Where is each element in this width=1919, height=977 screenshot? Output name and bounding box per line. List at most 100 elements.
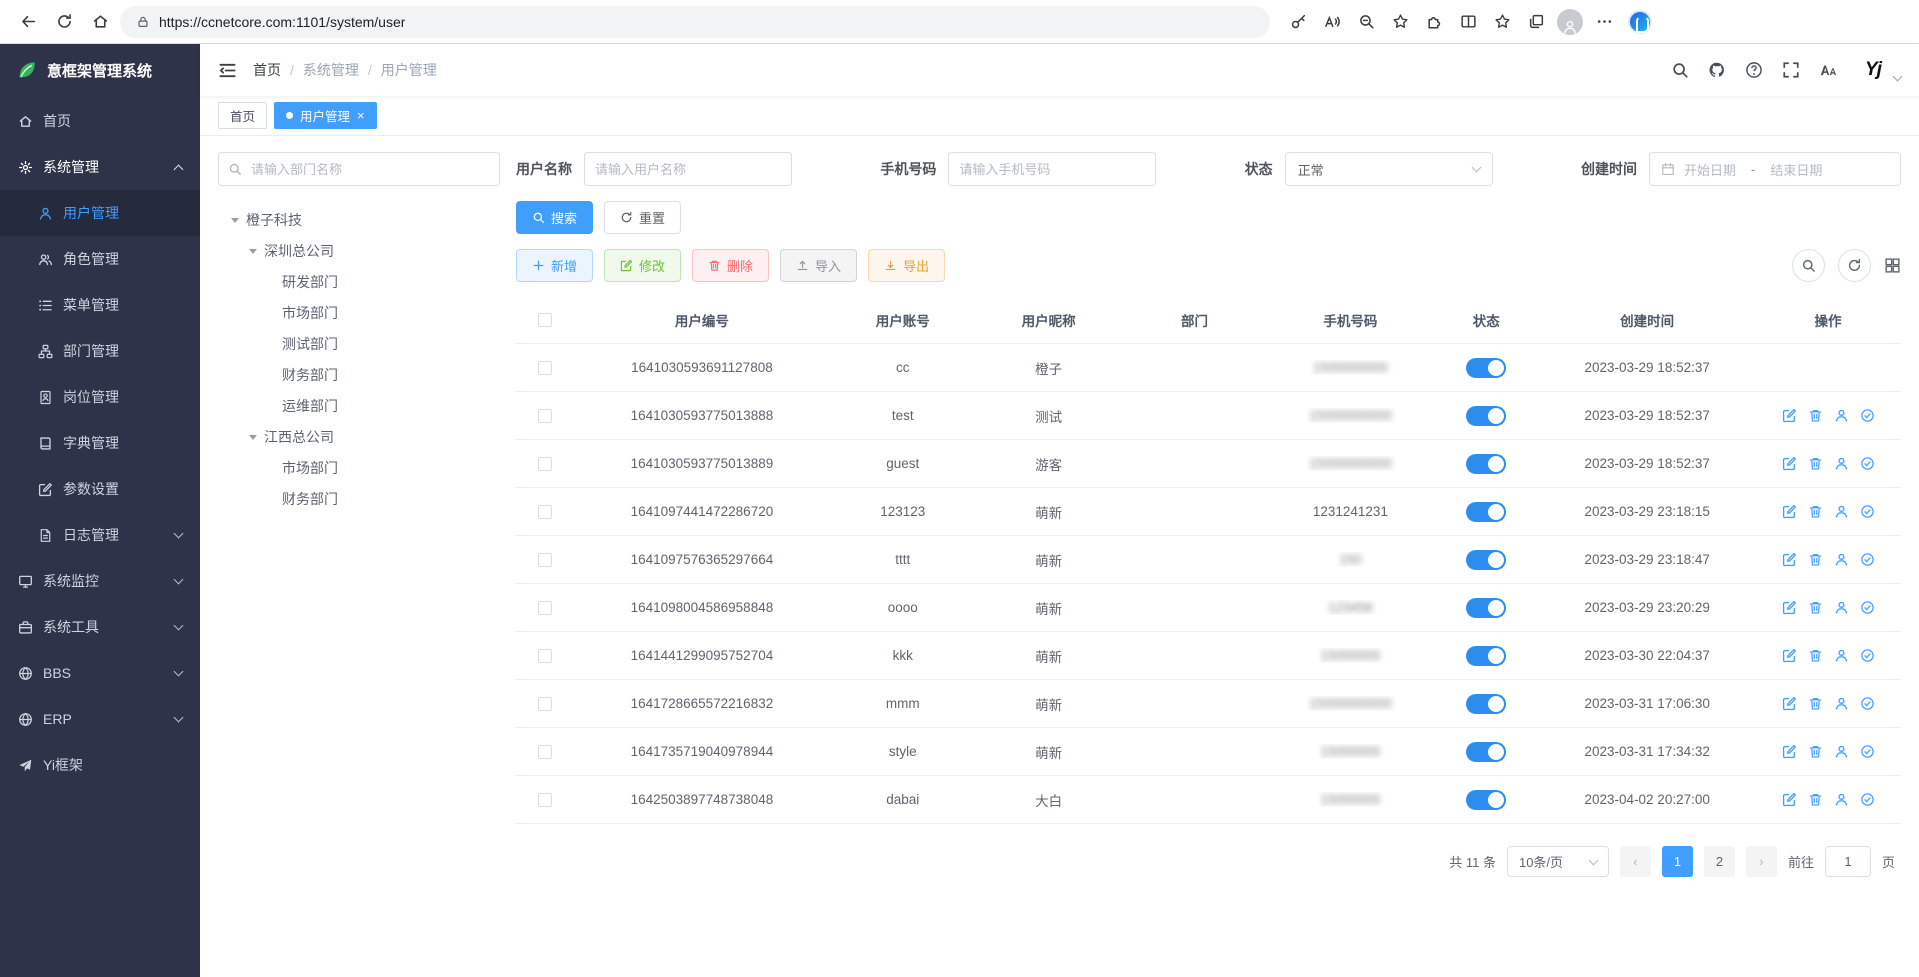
status-toggle[interactable] — [1466, 598, 1506, 618]
split-screen-icon[interactable] — [1452, 6, 1484, 38]
row-delete-icon[interactable] — [1808, 600, 1823, 615]
row-delete-icon[interactable] — [1808, 504, 1823, 519]
breadcrumb-item[interactable]: 首页 — [253, 60, 281, 80]
sidebar-item[interactable]: 参数设置 — [0, 466, 200, 512]
row-checkbox[interactable] — [538, 697, 552, 711]
status-toggle[interactable] — [1466, 742, 1506, 762]
row-edit-icon[interactable] — [1782, 696, 1797, 711]
row-delete-icon[interactable] — [1808, 456, 1823, 471]
zoom-icon[interactable] — [1350, 6, 1382, 38]
row-assign-role-icon[interactable] — [1860, 696, 1875, 711]
row-assign-role-icon[interactable] — [1860, 648, 1875, 663]
sidebar-item[interactable]: Yi框架 — [0, 742, 200, 788]
row-delete-icon[interactable] — [1808, 648, 1823, 663]
dept-tree-node[interactable]: 测试部门 — [218, 328, 500, 359]
row-delete-icon[interactable] — [1808, 408, 1823, 423]
dept-tree-node[interactable]: 市场部门 — [218, 297, 500, 328]
row-checkbox[interactable] — [538, 793, 552, 807]
row-checkbox[interactable] — [538, 505, 552, 519]
page-size-select[interactable]: 10条/页 — [1507, 846, 1609, 877]
sidebar-item[interactable]: 字典管理 — [0, 420, 200, 466]
status-toggle[interactable] — [1466, 646, 1506, 666]
row-delete-icon[interactable] — [1808, 792, 1823, 807]
status-select[interactable]: 正常 — [1285, 152, 1493, 186]
row-reset-password-icon[interactable] — [1834, 696, 1849, 711]
row-checkbox[interactable] — [538, 361, 552, 375]
extensions-icon[interactable] — [1418, 6, 1450, 38]
row-assign-role-icon[interactable] — [1860, 408, 1875, 423]
prev-page-button[interactable]: ‹ — [1620, 846, 1651, 877]
help-icon[interactable] — [1745, 61, 1763, 79]
phone-input[interactable] — [948, 152, 1156, 186]
row-assign-role-icon[interactable] — [1860, 792, 1875, 807]
row-assign-role-icon[interactable] — [1860, 552, 1875, 567]
sidebar-item[interactable]: 菜单管理 — [0, 282, 200, 328]
add-favorite-icon[interactable] — [1384, 6, 1416, 38]
dept-tree-node[interactable]: 财务部门 — [218, 483, 500, 514]
browser-back-icon[interactable] — [12, 6, 44, 38]
browser-profile-avatar[interactable] — [1554, 6, 1586, 38]
delete-button[interactable]: 删除 — [692, 249, 769, 282]
dept-tree-node[interactable]: 江西总公司 — [218, 421, 500, 452]
row-reset-password-icon[interactable] — [1834, 552, 1849, 567]
github-icon[interactable] — [1708, 61, 1726, 79]
export-button[interactable]: 导出 — [868, 249, 945, 282]
row-edit-icon[interactable] — [1782, 648, 1797, 663]
row-reset-password-icon[interactable] — [1834, 744, 1849, 759]
page-number-button[interactable]: 2 — [1704, 846, 1735, 877]
row-checkbox[interactable] — [538, 601, 552, 615]
row-assign-role-icon[interactable] — [1860, 600, 1875, 615]
view-tab[interactable]: 用户管理 × — [274, 102, 377, 129]
row-reset-password-icon[interactable] — [1834, 408, 1849, 423]
favorites-bar-icon[interactable] — [1486, 6, 1518, 38]
dept-tree-node[interactable]: 研发部门 — [218, 266, 500, 297]
sidebar-item[interactable]: 角色管理 — [0, 236, 200, 282]
dept-tree-node[interactable]: 橙子科技 — [218, 204, 500, 235]
copilot-icon[interactable] — [1628, 10, 1652, 34]
font-size-icon[interactable] — [1819, 61, 1837, 79]
status-toggle[interactable] — [1466, 694, 1506, 714]
date-range-picker[interactable]: 开始日期 - 结束日期 — [1649, 152, 1901, 186]
row-edit-icon[interactable] — [1782, 552, 1797, 567]
status-toggle[interactable] — [1466, 358, 1506, 378]
sidebar-item[interactable]: 系统监控 — [0, 558, 200, 604]
row-checkbox[interactable] — [538, 553, 552, 567]
refresh-table-button[interactable] — [1838, 249, 1871, 282]
collections-icon[interactable] — [1520, 6, 1552, 38]
status-toggle[interactable] — [1466, 550, 1506, 570]
address-bar[interactable]: https://ccnetcore.com:1101/system/user — [120, 6, 1270, 38]
row-delete-icon[interactable] — [1808, 552, 1823, 567]
close-tab-icon[interactable]: × — [357, 109, 365, 122]
browser-more-icon[interactable] — [1588, 6, 1620, 38]
sidebar-item[interactable]: 系统工具 — [0, 604, 200, 650]
row-reset-password-icon[interactable] — [1834, 792, 1849, 807]
row-edit-icon[interactable] — [1782, 600, 1797, 615]
row-reset-password-icon[interactable] — [1834, 456, 1849, 471]
search-button[interactable]: 搜索 — [516, 201, 593, 234]
row-edit-icon[interactable] — [1782, 408, 1797, 423]
column-settings-icon[interactable] — [1884, 257, 1901, 274]
select-all-checkbox[interactable] — [538, 313, 552, 327]
import-button[interactable]: 导入 — [780, 249, 857, 282]
read-aloud-icon[interactable] — [1316, 6, 1348, 38]
row-reset-password-icon[interactable] — [1834, 504, 1849, 519]
sidebar-item[interactable]: ERP — [0, 696, 200, 742]
sidebar-item[interactable]: 首页 — [0, 98, 200, 144]
add-button[interactable]: 新增 — [516, 249, 593, 282]
username-input[interactable] — [584, 152, 792, 186]
row-assign-role-icon[interactable] — [1860, 456, 1875, 471]
department-search-input[interactable] — [218, 152, 500, 186]
dept-tree-node[interactable]: 运维部门 — [218, 390, 500, 421]
dept-tree-node[interactable]: 深圳总公司 — [218, 235, 500, 266]
modify-button[interactable]: 修改 — [604, 249, 681, 282]
header-search-icon[interactable] — [1671, 61, 1689, 79]
sidebar-item[interactable]: BBS — [0, 650, 200, 696]
status-toggle[interactable] — [1466, 502, 1506, 522]
row-checkbox[interactable] — [538, 409, 552, 423]
row-edit-icon[interactable] — [1782, 504, 1797, 519]
password-key-icon[interactable] — [1282, 6, 1314, 38]
browser-home-icon[interactable] — [84, 6, 116, 38]
sidebar-item[interactable]: 系统管理 — [0, 144, 200, 190]
collapse-sidebar-icon[interactable] — [218, 61, 237, 80]
dept-tree-node[interactable]: 财务部门 — [218, 359, 500, 390]
